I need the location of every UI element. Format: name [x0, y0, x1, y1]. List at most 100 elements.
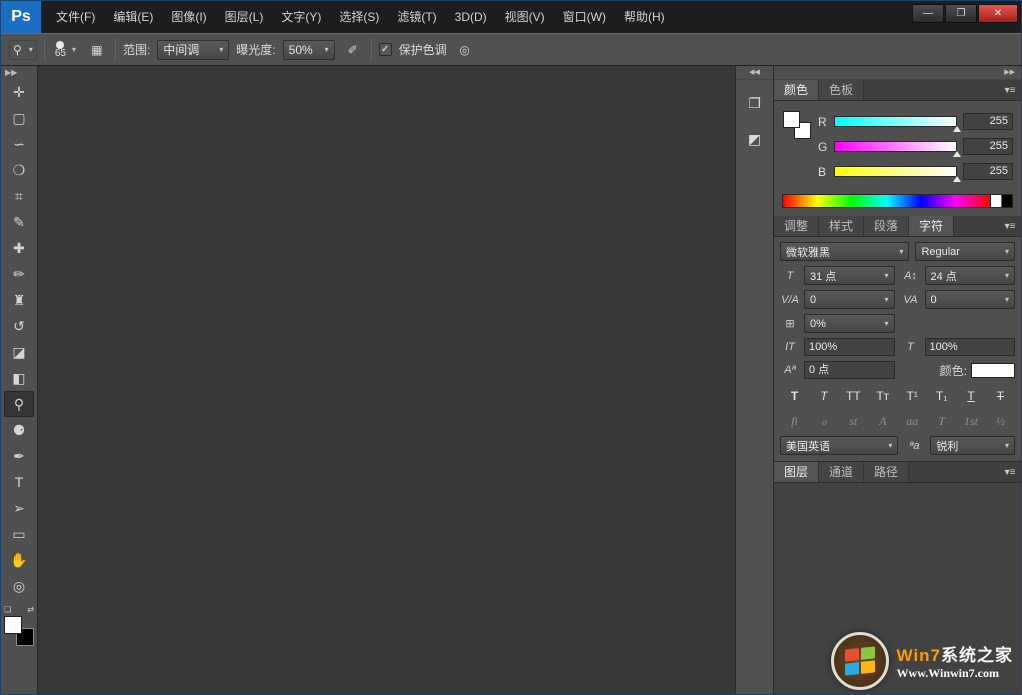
green-slider-track[interactable] [834, 141, 957, 152]
collapsed-panel-properties-icon[interactable]: ◩ [742, 126, 768, 152]
kerning-select[interactable]: 0 ▾ [804, 290, 895, 309]
tab-character[interactable]: 字符 [909, 216, 954, 236]
blue-slider[interactable] [834, 166, 957, 177]
tracking-select[interactable]: 0 ▾ [925, 290, 1016, 309]
superscript-button[interactable]: T¹ [902, 386, 923, 405]
menu-filter[interactable]: 滤镜(T) [388, 1, 445, 33]
red-slider[interactable] [834, 116, 957, 127]
collapse-dock-chevron-icon[interactable]: ▶▶ [774, 66, 1021, 80]
faux-italic-button[interactable]: T [813, 386, 834, 405]
expand-dock-chevron-icon[interactable]: ◀◀ [736, 66, 773, 80]
horizontal-scale-field[interactable]: 100% [925, 338, 1016, 356]
brush-tool[interactable]: ✏ [4, 261, 34, 287]
menu-view[interactable]: 视图(V) [496, 1, 554, 33]
menu-image[interactable]: 图像(I) [162, 1, 215, 33]
toggle-brush-panel-button[interactable]: ▦ [86, 40, 108, 60]
all-caps-button[interactable]: TT [843, 386, 864, 405]
ordinals-button[interactable]: 1st [961, 412, 982, 431]
tools-collapse-chevron-icon[interactable]: ▶▶ [1, 66, 37, 79]
green-slider-thumb[interactable] [953, 151, 961, 157]
menu-type[interactable]: 文字(Y) [272, 1, 330, 33]
green-value-field[interactable]: 255 [963, 138, 1013, 155]
strikethrough-button[interactable]: T [990, 386, 1011, 405]
tab-color[interactable]: 颜色 [774, 80, 819, 100]
crop-tool[interactable]: ⌗ [4, 183, 34, 209]
white-ramp-swatch[interactable] [990, 195, 1001, 207]
color-panel-menu-icon[interactable]: ▾≡ [999, 80, 1021, 100]
green-slider[interactable] [834, 141, 957, 152]
red-slider-track[interactable] [834, 116, 957, 127]
font-family-select[interactable]: 微软雅黑 ▾ [780, 242, 909, 261]
rectangle-tool[interactable]: ▭ [4, 521, 34, 547]
pen-tool[interactable]: ✒ [4, 443, 34, 469]
fractions-button[interactable]: ½ [990, 412, 1011, 431]
underline-button[interactable]: T [961, 386, 982, 405]
minimize-button[interactable]: — [912, 4, 944, 23]
anti-alias-select[interactable]: 锐利 ▾ [930, 436, 1015, 455]
foreground-color-chip[interactable] [783, 111, 800, 128]
menu-window[interactable]: 窗口(W) [554, 1, 615, 33]
tool-preset-picker[interactable]: ⚲ ▾ [9, 40, 37, 60]
tablet-pressure-button[interactable]: ◎ [454, 40, 476, 60]
move-tool[interactable]: ✛ [4, 79, 34, 105]
eyedropper-tool[interactable]: ✎ [4, 209, 34, 235]
brush-preset-picker[interactable]: 65 ▾ [52, 40, 79, 60]
stylistic-alternates-button[interactable]: aa [902, 412, 923, 431]
color-spectrum-bar[interactable] [782, 194, 1013, 208]
menu-help[interactable]: 帮助(H) [615, 1, 674, 33]
red-value-field[interactable]: 255 [963, 113, 1013, 130]
baseline-shift-field[interactable]: 0 点 [804, 361, 895, 379]
font-size-select[interactable]: 31 点 ▾ [804, 266, 895, 285]
discretionary-ligatures-button[interactable]: st [843, 412, 864, 431]
menu-select[interactable]: 选择(S) [330, 1, 388, 33]
standard-ligatures-button[interactable]: fi [784, 412, 805, 431]
language-select[interactable]: 美国英语 ▾ [780, 436, 898, 455]
gradient-tool[interactable]: ◧ [4, 365, 34, 391]
default-colors-icon[interactable]: ❏ [4, 605, 11, 614]
rectangular-marquee-tool[interactable]: ▢ [4, 105, 34, 131]
close-button[interactable]: ✕ [978, 4, 1018, 23]
protect-tones-checkbox[interactable]: ✓ [379, 43, 392, 56]
dodge-tool[interactable]: ⚲ [4, 391, 34, 417]
blur-tool[interactable]: ⚈ [4, 417, 34, 443]
collapsed-panel-history-icon[interactable]: ❐ [742, 90, 768, 116]
contextual-alternates-button[interactable]: ℴ [813, 412, 834, 431]
font-style-select[interactable]: Regular ▾ [915, 242, 1015, 261]
clone-stamp-tool[interactable]: ♜ [4, 287, 34, 313]
tab-layers[interactable]: 图层 [774, 462, 819, 482]
rainbow-ramp[interactable] [783, 195, 990, 207]
range-select[interactable]: 中间调 ▾ [157, 40, 229, 60]
blue-slider-thumb[interactable] [953, 176, 961, 182]
text-color-swatch[interactable] [971, 363, 1015, 378]
swash-button[interactable]: A [872, 412, 893, 431]
tab-channels[interactable]: 通道 [819, 462, 864, 482]
tab-styles[interactable]: 样式 [819, 216, 864, 236]
layers-panel[interactable]: Win7系统之家 Www.Winwin7.com [774, 483, 1021, 694]
menu-3d[interactable]: 3D(D) [446, 1, 496, 33]
blue-slider-track[interactable] [834, 166, 957, 177]
layers-panel-menu-icon[interactable]: ▾≡ [999, 462, 1021, 482]
color-panel-swatches[interactable] [783, 111, 811, 139]
blue-value-field[interactable]: 255 [963, 163, 1013, 180]
black-ramp-swatch[interactable] [1001, 195, 1012, 207]
character-panel-menu-icon[interactable]: ▾≡ [999, 216, 1021, 236]
exposure-select[interactable]: 50% ▾ [283, 40, 335, 60]
swap-colors-icon[interactable]: ⇄ [27, 605, 34, 614]
tab-swatches[interactable]: 色板 [819, 80, 864, 100]
eraser-tool[interactable]: ◪ [4, 339, 34, 365]
menu-edit[interactable]: 编辑(E) [104, 1, 162, 33]
spot-healing-brush-tool[interactable]: ✚ [4, 235, 34, 261]
history-brush-tool[interactable]: ↺ [4, 313, 34, 339]
tsume-select[interactable]: 0% ▾ [804, 314, 895, 333]
red-slider-thumb[interactable] [953, 126, 961, 132]
hand-tool[interactable]: ✋ [4, 547, 34, 573]
tab-paths[interactable]: 路径 [864, 462, 909, 482]
faux-bold-button[interactable]: T [784, 386, 805, 405]
canvas-area[interactable] [38, 66, 736, 694]
vertical-scale-field[interactable]: 100% [804, 338, 895, 356]
tab-adjustments[interactable]: 调整 [774, 216, 819, 236]
type-tool[interactable]: T [4, 469, 34, 495]
foreground-color-swatch[interactable] [4, 616, 22, 634]
path-selection-tool[interactable]: ➢ [4, 495, 34, 521]
lasso-tool[interactable]: ∽ [4, 131, 34, 157]
